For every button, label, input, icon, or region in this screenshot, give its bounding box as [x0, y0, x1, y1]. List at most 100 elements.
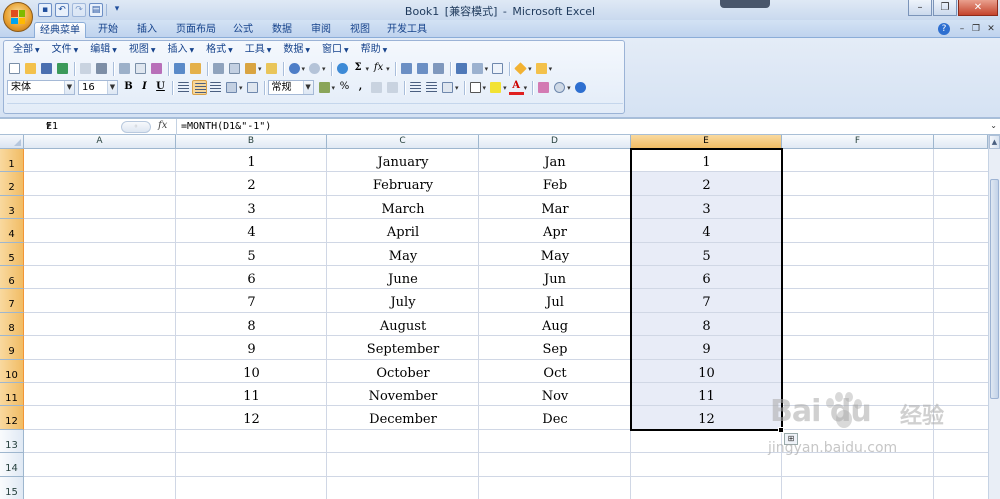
tab-classic-menu[interactable]: 经典菜单: [34, 22, 86, 38]
insert-function-icon[interactable]: fx: [371, 61, 386, 76]
cell-d3[interactable]: Mar: [479, 200, 631, 219]
row-header-3[interactable]: 3: [0, 195, 24, 220]
restore-button[interactable]: ❐: [933, 0, 957, 16]
cell-style-icon[interactable]: [440, 80, 455, 95]
cell-e1[interactable]: 1: [631, 153, 782, 172]
cell-e11[interactable]: 11: [631, 387, 782, 406]
scroll-thumb[interactable]: [990, 179, 999, 399]
row-header-13[interactable]: 13: [0, 429, 24, 454]
tab-formulas[interactable]: 公式: [227, 22, 259, 38]
print-preview-icon[interactable]: [117, 61, 132, 76]
restore-workbook-icon[interactable]: ❐: [970, 23, 982, 35]
merge-center-icon[interactable]: [224, 80, 239, 95]
comma-button[interactable]: ,: [353, 80, 368, 95]
chart-icon[interactable]: [454, 61, 469, 76]
email-icon[interactable]: [78, 61, 93, 76]
scroll-up-icon[interactable]: ▲: [989, 135, 1000, 149]
menu-window[interactable]: 窗口 ▼: [316, 43, 355, 57]
help-icon[interactable]: ?: [938, 23, 950, 35]
cell-e4[interactable]: 4: [631, 223, 782, 242]
cell-b11[interactable]: 11: [176, 387, 327, 406]
font-size-select[interactable]: 16 ▼: [78, 80, 118, 95]
cell-e7[interactable]: 7: [631, 293, 782, 312]
research-icon[interactable]: [149, 61, 164, 76]
increase-decimal-icon[interactable]: [369, 80, 384, 95]
cell-c5[interactable]: May: [327, 247, 479, 266]
print-icon[interactable]: [94, 61, 109, 76]
formula-bar-resize-handle[interactable]: ◦: [121, 121, 151, 133]
styles-icon[interactable]: [536, 80, 551, 95]
borders-icon[interactable]: [468, 80, 483, 95]
cell-b6[interactable]: 6: [176, 270, 327, 289]
align-center-icon[interactable]: [192, 80, 207, 95]
cell-c2[interactable]: February: [327, 176, 479, 195]
row-header-6[interactable]: 6: [0, 266, 24, 290]
column-header-a[interactable]: A: [24, 135, 176, 149]
close-workbook-icon[interactable]: ✕: [985, 23, 997, 35]
row-header-14[interactable]: 14: [0, 453, 24, 477]
insert-function-button[interactable]: fx: [158, 120, 167, 131]
cell-d9[interactable]: Sep: [479, 340, 631, 359]
column-header-c[interactable]: C: [327, 135, 479, 149]
cell-e2[interactable]: 2: [631, 176, 782, 195]
cell-d4[interactable]: Apr: [479, 223, 631, 242]
cell-d2[interactable]: Feb: [479, 176, 631, 195]
cell-b2[interactable]: 2: [176, 176, 327, 195]
row-header-9[interactable]: 9: [0, 336, 24, 360]
row-header-12[interactable]: 12: [0, 406, 24, 430]
sort-ascending-icon[interactable]: [399, 61, 414, 76]
menu-data[interactable]: 数据 ▼: [277, 43, 316, 57]
cell-e10[interactable]: 10: [631, 364, 782, 383]
cell-c11[interactable]: November: [327, 387, 479, 406]
cell-e5[interactable]: 5: [631, 247, 782, 266]
menu-file[interactable]: 文件 ▼: [46, 43, 85, 57]
currency-icon[interactable]: [317, 80, 332, 95]
menu-edit[interactable]: 编辑 ▼: [84, 43, 123, 57]
filter-icon[interactable]: [431, 61, 446, 76]
paste-icon[interactable]: [243, 61, 258, 76]
cell-c7[interactable]: July: [327, 293, 479, 312]
cell-b7[interactable]: 7: [176, 293, 327, 312]
minimize-button[interactable]: –: [908, 0, 932, 16]
format-painter-icon[interactable]: [264, 61, 279, 76]
hyperlink-icon[interactable]: [335, 61, 350, 76]
percent-button[interactable]: %: [337, 80, 352, 95]
help-icon[interactable]: [573, 80, 588, 95]
cell-e6[interactable]: 6: [631, 270, 782, 289]
open-icon[interactable]: [23, 61, 38, 76]
row-header-15[interactable]: 15: [0, 476, 24, 499]
menu-tools[interactable]: 工具 ▼: [239, 43, 278, 57]
cell-b9[interactable]: 9: [176, 340, 327, 359]
tab-data[interactable]: 数据: [266, 22, 298, 38]
underline-button[interactable]: U: [153, 80, 168, 95]
menu-insert[interactable]: 插入 ▼: [162, 43, 201, 57]
office-button[interactable]: [3, 2, 33, 32]
tab-page-layout[interactable]: 页面布局: [172, 22, 220, 38]
vertical-scrollbar[interactable]: ▲: [988, 135, 1000, 499]
zoom-icon[interactable]: [552, 80, 567, 95]
cell-e9[interactable]: 9: [631, 340, 782, 359]
tab-review[interactable]: 审阅: [305, 22, 337, 38]
cell-b12[interactable]: 12: [176, 410, 327, 429]
tab-home[interactable]: 开始: [92, 22, 124, 38]
undo-icon[interactable]: [287, 61, 302, 76]
decrease-indent-icon[interactable]: [408, 80, 423, 95]
cell-d5[interactable]: May: [479, 247, 631, 266]
new-icon[interactable]: [7, 61, 22, 76]
copy-icon[interactable]: [227, 61, 242, 76]
expand-formula-bar-icon[interactable]: ⌄: [990, 121, 997, 130]
sort-descending-icon[interactable]: [415, 61, 430, 76]
drawing-icon[interactable]: [490, 61, 505, 76]
column-header-b[interactable]: B: [176, 135, 327, 149]
align-left-icon[interactable]: [176, 80, 191, 95]
minimize-workbook-icon[interactable]: –: [956, 23, 968, 35]
row-header-10[interactable]: 10: [0, 359, 24, 383]
cell-c8[interactable]: August: [327, 317, 479, 336]
font-color-icon[interactable]: A: [508, 80, 524, 95]
save-icon[interactable]: [39, 61, 54, 76]
row-header-8[interactable]: 8: [0, 312, 24, 337]
pivot-icon[interactable]: [470, 61, 485, 76]
row-header-2[interactable]: 2: [0, 172, 24, 196]
spelling-icon[interactable]: [172, 61, 187, 76]
row-header-4[interactable]: 4: [0, 219, 24, 243]
